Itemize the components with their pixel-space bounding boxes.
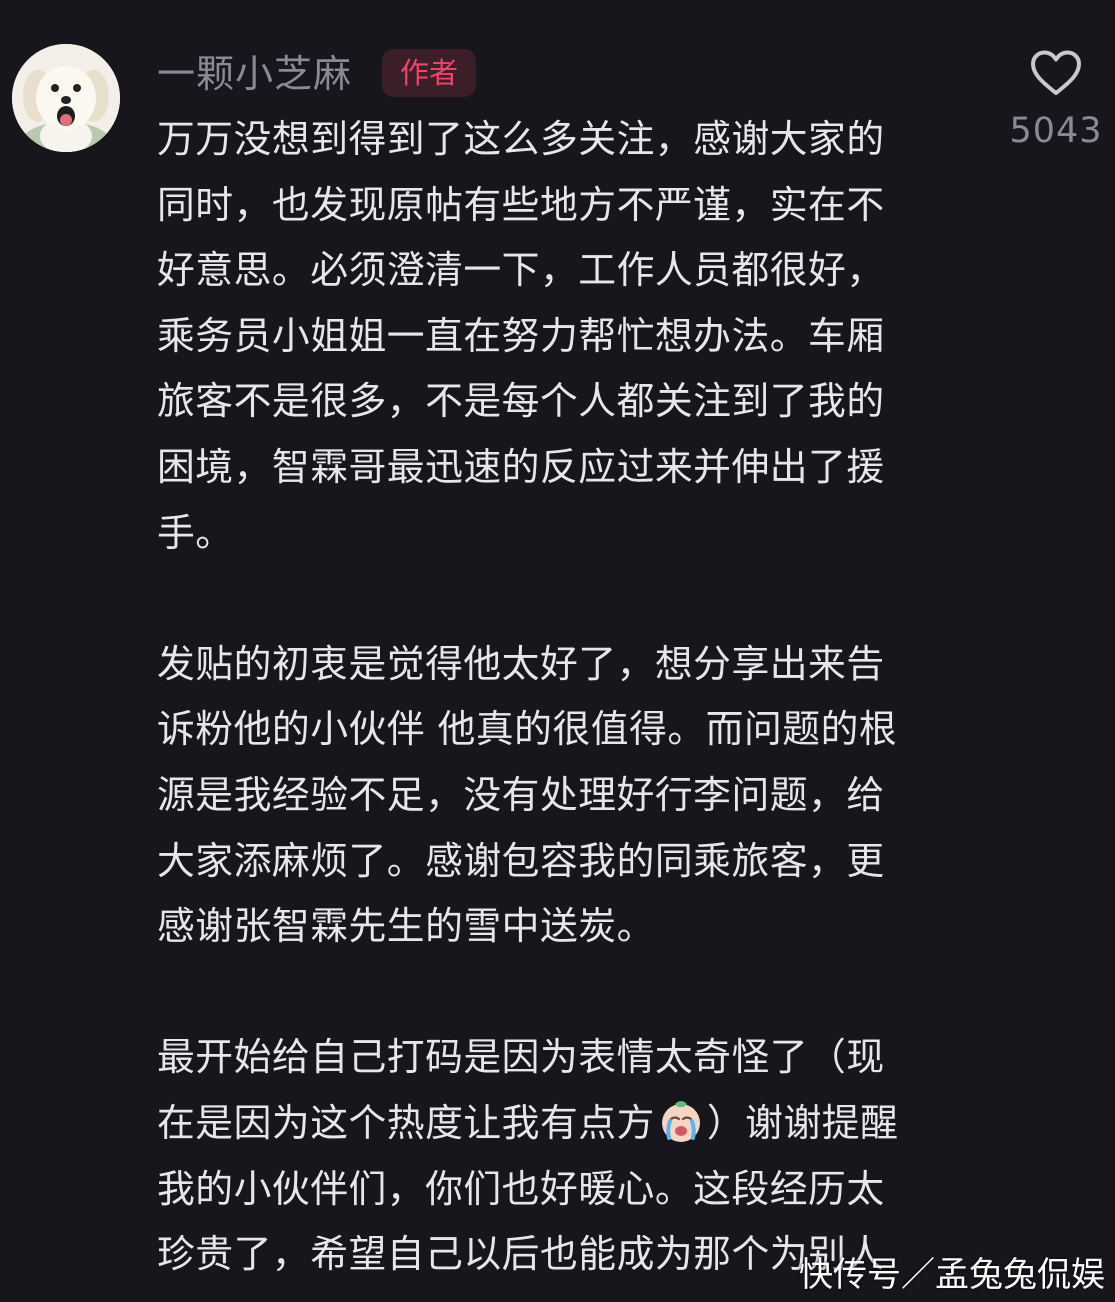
comment-body: 万万没想到得到了这么多关注，感谢大家的 同时，也发现原帖有些地方不严谨，实在不 … bbox=[157, 107, 977, 1288]
comment-line: 我的小伙伴们，你们也好暖心。这段经历太 bbox=[157, 1166, 885, 1211]
dog-avatar-icon[interactable] bbox=[12, 44, 120, 152]
watermark: 快传号／孟兔兔侃娱 bbox=[799, 1255, 1105, 1295]
comment-line: 发贴的初衷是觉得他太好了，想分享出来告 bbox=[157, 641, 885, 686]
comment-line: 大家添麻烦了。感谢包容我的同乘旅客，更 bbox=[157, 838, 885, 883]
heart-outline-icon[interactable] bbox=[1030, 50, 1082, 96]
comment-line: 同时，也发现原帖有些地方不严谨，实在不 bbox=[157, 182, 885, 227]
comment-line: 诉粉他的小伙伴 他真的很值得。而问题的根 bbox=[157, 707, 898, 752]
comment-line: 最开始给自己打码是因为表情太奇怪了（现 bbox=[157, 1035, 885, 1080]
comment-line: 在是因为这个热度让我有点方 ）谢谢提醒 bbox=[157, 1091, 977, 1157]
comment-line: 万万没想到得到了这么多关注，感谢大家的 bbox=[157, 117, 885, 161]
comment-line: 好意思。必须澄清一下，工作人员都很好， bbox=[157, 248, 885, 293]
comment-text: ）谢谢提醒 bbox=[706, 1100, 899, 1145]
comment-line: 感谢张智霖先生的雪中送炭。 bbox=[157, 904, 655, 949]
comment-username[interactable]: 一颗小芝麻 bbox=[157, 50, 352, 98]
comment-line: 旅客不是很多，不是每个人都关注到了我的 bbox=[157, 379, 885, 424]
author-badge: 作者 bbox=[382, 49, 476, 97]
comment-text: 在是因为这个热度让我有点方 bbox=[157, 1100, 655, 1145]
crying-face-icon bbox=[661, 1100, 700, 1142]
comment-line: 乘务员小姐姐一直在努力帮忙想办法。车厢 bbox=[157, 313, 885, 358]
comment-line: 手。 bbox=[157, 510, 234, 555]
like-count: 5043 bbox=[1009, 111, 1103, 151]
like-button[interactable]: 5043 bbox=[1005, 50, 1107, 152]
comment-line: 困境，智霖哥最迅速的反应过来并伸出了援 bbox=[157, 444, 885, 489]
comment-line: 源是我经验不足，没有处理好行李问题，给 bbox=[157, 772, 885, 817]
